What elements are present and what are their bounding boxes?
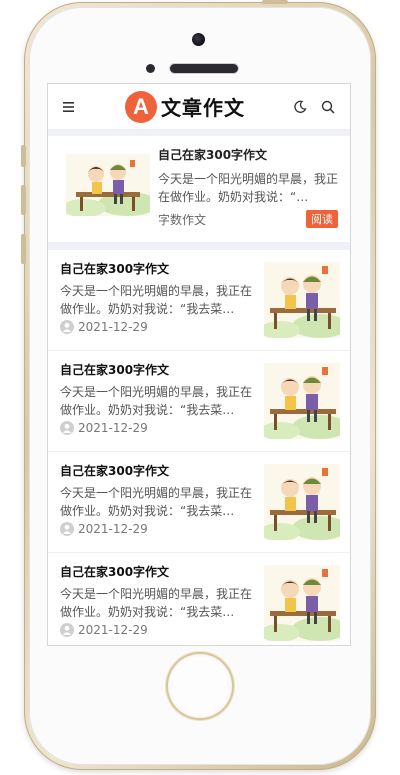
article-thumbnail[interactable] [264, 363, 340, 439]
front-camera [192, 33, 205, 46]
earpiece-speaker [170, 64, 238, 73]
volume-down-button [21, 234, 26, 264]
search-icon[interactable] [318, 97, 338, 117]
featured-thumbnail[interactable] [66, 154, 150, 216]
article-date: 2021-12-29 [78, 320, 148, 334]
header-actions [290, 97, 338, 117]
article-summary: 今天是一个阳光明媚的早晨，我正在做作业。奶奶对我说：“我去菜… [60, 284, 253, 316]
article-title[interactable]: 自己在家300字作文 [60, 462, 260, 480]
list-item[interactable]: 自己在家300字作文 今天是一个阳光明媚的早晨，我正在做作业。奶奶对我说：“我去… [48, 351, 350, 452]
article-thumbnail[interactable] [264, 262, 340, 338]
article-title[interactable]: 自己在家300字作文 [60, 260, 260, 278]
article-date: 2021-12-29 [78, 421, 148, 435]
article-summary: 今天是一个阳光明媚的早晨，我正在做作业。奶奶对我说：“我去菜… [60, 385, 253, 417]
article-list: 自己在家300字作文 今天是一个阳光明媚的早晨，我正在做作业。奶奶对我说：“我去… [48, 250, 350, 645]
menu-icon[interactable] [60, 97, 80, 117]
avatar-icon [60, 421, 74, 435]
volume-up-button [21, 185, 26, 215]
featured-category[interactable]: 字数作文 [158, 211, 206, 228]
featured-title[interactable]: 自己在家300字作文 [158, 146, 338, 164]
mute-switch [21, 145, 26, 167]
avatar-icon [60, 522, 74, 536]
article-summary: 今天是一个阳光明媚的早晨，我正在做作业。奶奶对我说：“我去菜… [60, 486, 253, 518]
article-date: 2021-12-29 [78, 623, 148, 637]
featured-article[interactable]: 自己在家300字作文 今天是一个阳光明媚的早晨，我正在做作业。奶奶对我说：“… … [48, 136, 350, 242]
site-logo[interactable]: A 文章作文 [125, 90, 245, 123]
article-title[interactable]: 自己在家300字作文 [60, 361, 260, 379]
logo-badge-icon: A [125, 90, 157, 123]
home-button[interactable] [168, 654, 232, 718]
list-item[interactable]: 自己在家300字作文 今天是一个阳光明媚的早晨，我正在做作业。奶奶对我说：“我去… [48, 250, 350, 351]
avatar-icon [60, 623, 74, 637]
article-date: 2021-12-29 [78, 522, 148, 536]
section-spacer [48, 242, 350, 250]
list-item[interactable]: 自己在家300字作文 今天是一个阳光明媚的早晨，我正在做作业。奶奶对我说：“我去… [48, 452, 350, 553]
app-header: A 文章作文 [48, 84, 350, 130]
article-thumbnail[interactable] [264, 565, 340, 641]
proximity-sensor [146, 64, 155, 73]
screen: A 文章作文 自己在家300字作文 今天是一个阳光明媚的早晨，我正在做作业。奶奶… [47, 83, 351, 646]
read-button[interactable]: 阅读 [306, 210, 338, 228]
list-item[interactable]: 自己在家300字作文 今天是一个阳光明媚的早晨，我正在做作业。奶奶对我说：“我去… [48, 553, 350, 645]
power-button [262, 0, 288, 4]
logo-text: 文章作文 [161, 96, 245, 120]
article-title[interactable]: 自己在家300字作文 [60, 563, 260, 581]
article-thumbnail[interactable] [264, 464, 340, 540]
featured-summary: 今天是一个阳光明媚的早晨，我正在做作业。奶奶对我说：“… [158, 172, 339, 204]
moon-icon[interactable] [290, 97, 310, 117]
article-summary: 今天是一个阳光明媚的早晨，我正在做作业。奶奶对我说：“我去菜… [60, 587, 253, 619]
avatar-icon [60, 320, 74, 334]
